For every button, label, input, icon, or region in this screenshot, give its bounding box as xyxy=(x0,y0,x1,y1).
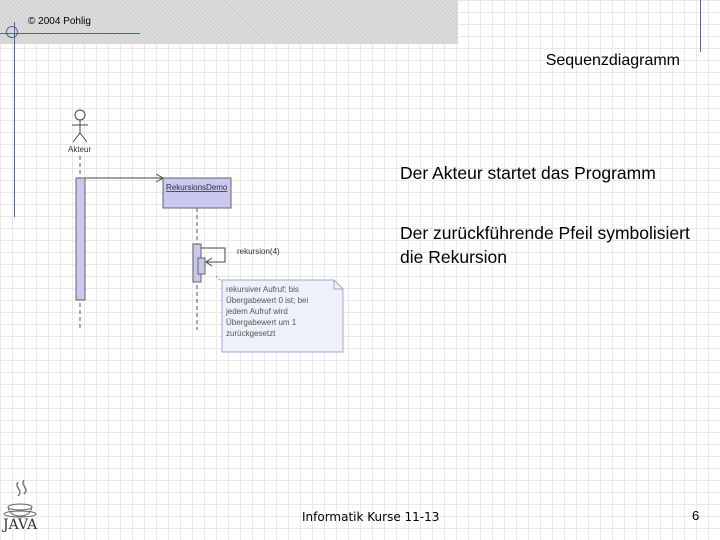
right-rule xyxy=(700,0,701,52)
java-logo-text: JAVA xyxy=(3,517,38,533)
note-line: jedem Aufruf wird xyxy=(226,307,288,316)
left-rule xyxy=(14,22,15,217)
note-line: zurückgesetzt xyxy=(226,329,276,338)
object-label: RekursionsDemo xyxy=(166,183,228,192)
bullet-text-actor: Der Akteur startet das Programm xyxy=(400,163,656,183)
note-text: rekursiver Aufruf; bis Übergabewert 0 is… xyxy=(226,284,342,339)
copyright-text: © 2004 Pohlig xyxy=(28,16,91,27)
footer-course: Informatik Kurse 11-13 xyxy=(302,510,440,524)
bullet-text-recursion: Der zurückführende Pfeil symbolisiert di… xyxy=(400,223,690,267)
note-line: Übergabewert um 1 xyxy=(226,318,297,327)
actor-label: Akteur xyxy=(68,145,91,154)
actor-activation-bar xyxy=(75,177,86,301)
page-number: 6 xyxy=(692,508,700,523)
recursion-message-label: rekursion(4) xyxy=(237,247,280,256)
recursion-activation-bar xyxy=(197,257,206,275)
note-line: rekursiver Aufruf; bis xyxy=(226,285,299,294)
header-rule xyxy=(0,33,140,34)
corner-circle-icon xyxy=(6,26,18,38)
note-line: Übergabewert 0 ist; bei xyxy=(226,296,309,305)
actor-icon xyxy=(72,109,88,143)
slide-title: Sequenzdiagramm xyxy=(545,52,680,69)
